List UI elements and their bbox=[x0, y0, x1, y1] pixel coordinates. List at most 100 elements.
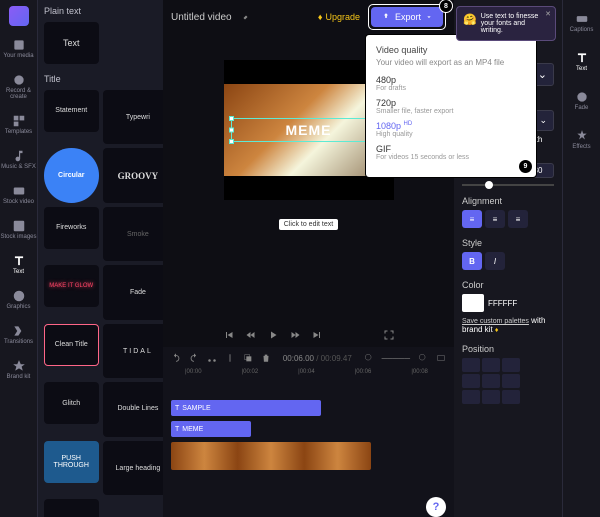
pos-tc[interactable] bbox=[482, 358, 500, 372]
align-right-button[interactable]: ≡ bbox=[508, 210, 528, 228]
save-palette-link[interactable]: Save custom palettes bbox=[462, 318, 529, 325]
rail-transitions[interactable]: Transitions bbox=[0, 322, 37, 347]
props-position-label: Position bbox=[462, 344, 554, 354]
pos-mr[interactable] bbox=[502, 374, 520, 388]
topbar: Untitled video ♦ Upgrade Export 8 bbox=[163, 0, 454, 34]
pos-bc[interactable] bbox=[482, 390, 500, 404]
pos-mc[interactable] bbox=[482, 374, 500, 388]
export-opt-1080[interactable]: 1080p HDHigh quality bbox=[376, 121, 526, 138]
project-title[interactable]: Untitled video bbox=[171, 12, 232, 23]
lib-item-glitch[interactable]: Glitch bbox=[44, 382, 99, 424]
left-rail: Your media Record & create Templates Mus… bbox=[0, 0, 38, 517]
export-menu-sub: Your video will export as an MP4 file bbox=[376, 58, 526, 67]
lib-item-groovy[interactable]: GROOVY bbox=[103, 148, 164, 202]
upgrade-button[interactable]: ♦ Upgrade bbox=[318, 12, 360, 22]
align-center-button[interactable]: ≡ bbox=[485, 210, 505, 228]
pos-br[interactable] bbox=[502, 390, 520, 404]
clip-video[interactable] bbox=[171, 442, 371, 470]
props-style-label: Style bbox=[462, 238, 554, 248]
rail-graphics[interactable]: Graphics bbox=[0, 287, 37, 312]
tip-close-button[interactable]: ✕ bbox=[545, 10, 551, 18]
export-menu: Video quality Your video will export as … bbox=[365, 34, 537, 178]
rail2-text[interactable]: Text bbox=[563, 49, 600, 74]
lib-item-push[interactable]: PUSH THROUGH bbox=[44, 441, 99, 483]
lib-item-fireworks[interactable]: Fireworks bbox=[44, 207, 99, 249]
app-logo bbox=[9, 6, 29, 26]
rail-templates[interactable]: Templates bbox=[0, 112, 37, 137]
help-button[interactable]: ? bbox=[426, 497, 446, 517]
lib-item-typewriter[interactable]: Typewri bbox=[103, 90, 164, 144]
forward-icon[interactable] bbox=[289, 329, 301, 341]
export-opt-720[interactable]: 720pSmaller file, faster export bbox=[376, 98, 526, 115]
export-wrap: Export 8 bbox=[368, 4, 446, 30]
chevron-down-icon bbox=[425, 13, 433, 21]
rail-music[interactable]: Music & SFX bbox=[0, 147, 37, 172]
props-align-label: Alignment bbox=[462, 196, 554, 206]
library-panel: Plain text Text Title Statement Typewri … bbox=[38, 0, 163, 517]
align-left-button[interactable]: ≡ bbox=[462, 210, 482, 228]
pos-tl[interactable] bbox=[462, 358, 480, 372]
rail2-effects[interactable]: Effects bbox=[563, 127, 600, 152]
tip-emoji-icon: 🤗 bbox=[463, 13, 477, 34]
lib-item-clean[interactable]: Clean Title bbox=[44, 324, 99, 366]
lib-item-text[interactable]: Text bbox=[44, 22, 99, 64]
rail2-captions[interactable]: Captions bbox=[563, 10, 600, 35]
lib-item-smoke[interactable]: Smoke bbox=[103, 207, 164, 261]
trash-icon[interactable] bbox=[261, 353, 271, 363]
lib-item-extra[interactable] bbox=[44, 499, 99, 517]
zoom-out-icon[interactable] bbox=[364, 353, 374, 363]
fontsize-slider[interactable] bbox=[462, 184, 554, 186]
fullscreen-icon[interactable] bbox=[383, 329, 395, 341]
play-icon[interactable] bbox=[267, 329, 279, 341]
wand-icon[interactable] bbox=[240, 11, 252, 23]
pos-ml[interactable] bbox=[462, 374, 480, 388]
bold-button[interactable]: B bbox=[462, 252, 482, 270]
track-video[interactable] bbox=[171, 441, 446, 471]
step-badge-9: 9 bbox=[519, 160, 532, 173]
edit-tooltip: Click to edit text bbox=[279, 219, 338, 230]
clip-sample[interactable]: T SAMPLE bbox=[171, 400, 321, 416]
lib-item-large[interactable]: Large heading bbox=[103, 441, 164, 495]
props-color-label: Color bbox=[462, 280, 554, 290]
skip-fwd-icon[interactable] bbox=[311, 329, 323, 341]
zoom-in-icon[interactable] bbox=[418, 353, 428, 363]
italic-button[interactable]: I bbox=[485, 252, 505, 270]
copy-icon[interactable] bbox=[243, 353, 253, 363]
split-icon[interactable] bbox=[225, 353, 235, 363]
skip-back-icon[interactable] bbox=[223, 329, 235, 341]
timeline-ruler: |00:00|00:02|00:04|00:06|00:08 bbox=[171, 369, 446, 375]
lib-item-statement[interactable]: Statement bbox=[44, 90, 99, 132]
color-swatch[interactable] bbox=[462, 294, 484, 312]
rewind-icon[interactable] bbox=[245, 329, 257, 341]
export-opt-gif[interactable]: GIFFor videos 15 seconds or less bbox=[376, 144, 526, 161]
cut-icon[interactable] bbox=[207, 353, 217, 363]
lib-item-circular[interactable]: Circular bbox=[44, 148, 99, 203]
selection-box[interactable] bbox=[231, 118, 387, 142]
lib-item-double[interactable]: Double Lines bbox=[103, 382, 164, 436]
main-area: Untitled video ♦ Upgrade Export 8 MEME bbox=[163, 0, 454, 517]
track-text-2[interactable]: T MEME bbox=[171, 420, 446, 438]
color-hex: FFFFFF bbox=[488, 299, 517, 308]
rail-your-media[interactable]: Your media bbox=[0, 36, 37, 61]
undo-icon[interactable] bbox=[171, 353, 181, 363]
rail-stock-images[interactable]: Stock images bbox=[0, 217, 37, 242]
clip-meme[interactable]: T MEME bbox=[171, 421, 251, 437]
track-text-1[interactable]: T SAMPLE bbox=[171, 399, 446, 417]
export-opt-480[interactable]: 480pFor drafts bbox=[376, 75, 526, 92]
redo-icon[interactable] bbox=[189, 353, 199, 363]
export-button[interactable]: Export bbox=[371, 7, 443, 27]
lib-item-tidal[interactable]: TIDAL bbox=[103, 324, 164, 378]
pos-tr[interactable] bbox=[502, 358, 520, 372]
playback-controls: ? bbox=[163, 323, 454, 347]
rail-brand-kit[interactable]: Brand kit bbox=[0, 357, 37, 382]
rail-record[interactable]: Record & create bbox=[0, 71, 37, 102]
pos-bl[interactable] bbox=[462, 390, 480, 404]
rail-text[interactable]: Text bbox=[0, 252, 37, 277]
timeline-tools: 00:06.00 / 00:09.47 ───── bbox=[171, 353, 446, 363]
rail2-fade[interactable]: Fade bbox=[563, 88, 600, 113]
lib-item-fade[interactable]: Fade bbox=[103, 265, 164, 319]
rail-stock-video[interactable]: Stock video bbox=[0, 182, 37, 207]
position-grid bbox=[462, 358, 554, 404]
fit-icon[interactable] bbox=[436, 353, 446, 363]
lib-item-makeglow[interactable]: MAKE IT GLOW bbox=[44, 265, 99, 307]
